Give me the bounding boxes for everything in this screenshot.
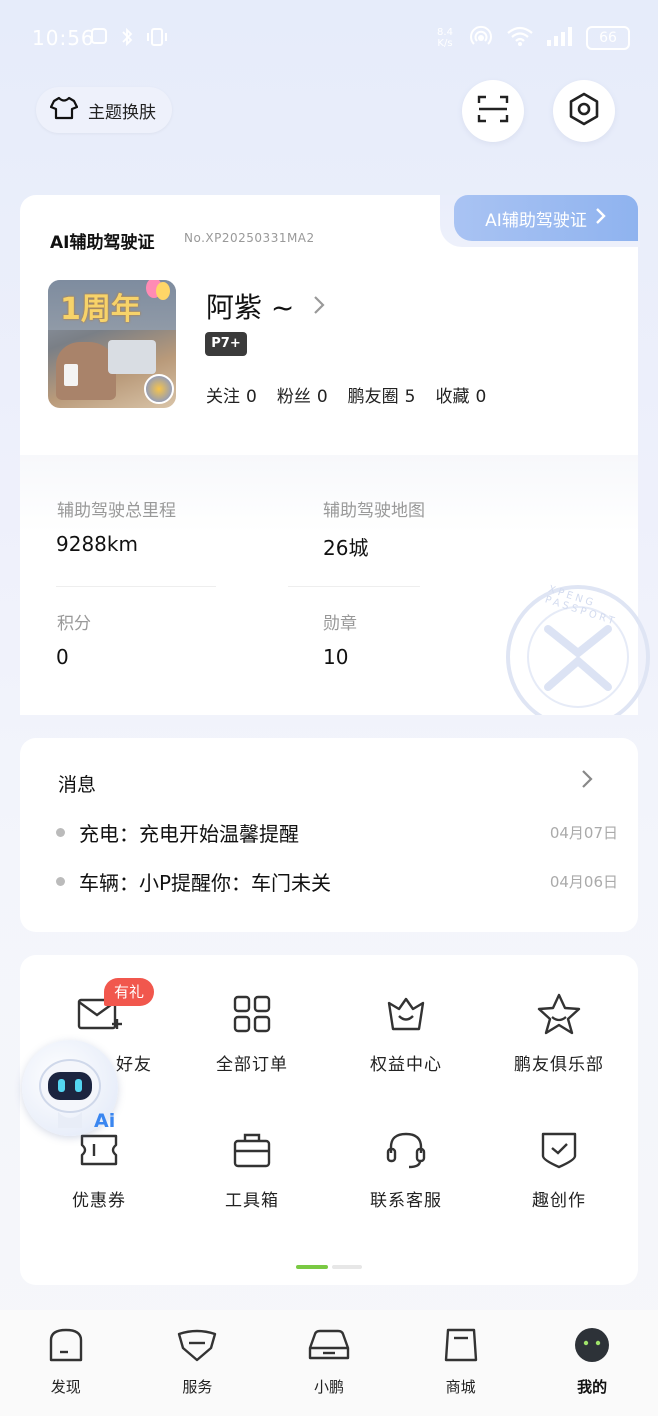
grid-item-coupons[interactable]: 优惠券 (24, 1126, 174, 1211)
gift-badge: 有礼 (104, 978, 155, 1006)
bottom-nav: 发现 服务 小鹏 商城 我的 (0, 1310, 658, 1416)
tshirt-icon (49, 96, 79, 125)
grid-icon (228, 990, 276, 1038)
scan-button[interactable] (462, 80, 524, 142)
social-fans[interactable]: 粉丝 0 (277, 382, 328, 407)
license-title: AI辅助驾驶证 (50, 233, 155, 253)
chevron-right-icon[interactable] (312, 294, 326, 320)
stat-points-label: 积分 (57, 614, 91, 634)
license-tab-button[interactable]: AI辅助驾驶证 (454, 195, 638, 241)
social-following[interactable]: 关注 0 (206, 382, 257, 407)
nav-tab-xpeng[interactable]: 小鹏 (274, 1310, 384, 1416)
stat-total-mileage-value[interactable]: 9288km (56, 532, 138, 556)
ai-label: Ai (94, 1110, 116, 1132)
theme-skin-button[interactable]: 主题换肤 (36, 87, 172, 133)
headset-icon (382, 1126, 430, 1174)
divider (288, 586, 420, 587)
grid-label: 联系客服 (370, 1191, 442, 1211)
grid-label: 优惠券 (72, 1191, 126, 1211)
status-time: 10:56 (32, 26, 95, 50)
settings-button[interactable] (553, 80, 615, 142)
net-speed: 8.4 K/s (437, 27, 453, 49)
grid-item-toolbox[interactable]: 工具箱 (177, 1126, 327, 1211)
chevron-right-icon[interactable] (580, 768, 594, 794)
passport-stamp: XPENG PASSPORT (504, 583, 658, 715)
social-stats: 关注 0 粉丝 0 鹏友圈 5 收藏 0 (206, 382, 486, 407)
messages-title: 消息 (58, 774, 97, 796)
star-icon (535, 990, 583, 1038)
stat-medals-value[interactable]: 10 (323, 645, 348, 669)
license-number: No.XP20250331MA2 (184, 231, 315, 245)
bluetooth-icon (120, 27, 134, 52)
social-favorites[interactable]: 收藏 0 (435, 382, 486, 407)
wifi-icon (506, 25, 534, 51)
shopping-bag-icon (442, 1326, 480, 1368)
scan-icon (477, 94, 509, 128)
stat-map-label: 辅助驾驶地图 (323, 501, 425, 521)
laptop (108, 340, 156, 374)
nav-tab-discover[interactable]: 发现 (11, 1310, 121, 1416)
grid-label: 全部订单 (216, 1055, 288, 1075)
alarm-icon (90, 27, 108, 52)
balloon (156, 282, 170, 300)
stat-total-mileage-label: 辅助驾驶总里程 (57, 501, 176, 521)
grid-label: 权益中心 (370, 1055, 442, 1075)
hotspot-icon (468, 24, 494, 52)
avatar[interactable]: 1周年 (48, 280, 176, 408)
unread-dot (56, 877, 65, 886)
service-icon (176, 1326, 218, 1368)
unread-dot (56, 828, 65, 837)
message-item[interactable]: 车辆：小P提醒你：车门未关 (56, 867, 331, 896)
car-icon (306, 1326, 352, 1368)
anniversary-badge (144, 374, 174, 404)
stat-points-value[interactable]: 0 (56, 645, 69, 669)
discover-icon (46, 1326, 86, 1368)
grid-item-create[interactable]: 趣创作 (484, 1126, 634, 1211)
profile-icon (572, 1326, 612, 1368)
nav-tab-service[interactable]: 服务 (142, 1310, 252, 1416)
battery-indicator: 66 (586, 26, 630, 50)
anniversary-logo: 1周年 (60, 292, 141, 327)
nav-tab-mine[interactable]: 我的 (537, 1310, 647, 1416)
vibrate-icon (146, 27, 168, 52)
grid-item-orders[interactable]: 全部订单 (177, 990, 327, 1075)
crown-icon (382, 990, 430, 1038)
user-name[interactable]: 阿紫 ~ (206, 286, 294, 326)
grid-label: 趣创作 (532, 1191, 586, 1211)
stat-map-value[interactable]: 26城 (323, 532, 368, 561)
divider (56, 586, 216, 587)
message-item[interactable]: 充电：充电开始温馨提醒 (56, 818, 299, 847)
chevron-right-icon (595, 207, 607, 230)
social-circle[interactable]: 鹏友圈 5 (348, 382, 416, 407)
message-date: 04月07日 (549, 824, 618, 842)
grid-label: 鹏友俱乐部 (514, 1055, 604, 1075)
car-model-badge: P7+ (205, 332, 247, 356)
grid-item-customer-service[interactable]: 联系客服 (331, 1126, 481, 1211)
license-tab-label: AI辅助驾驶证 (485, 210, 587, 231)
stat-medals-label: 勋章 (323, 614, 357, 634)
toolbox-icon (228, 1126, 276, 1174)
signal-icon (546, 26, 574, 50)
grid-label: 工具箱 (225, 1191, 279, 1211)
theme-label: 主题换肤 (88, 102, 156, 123)
grid-item-benefits[interactable]: 权益中心 (331, 990, 481, 1075)
status-bar: 10:56 8.4 K/s 66 (0, 0, 658, 80)
gear-icon (567, 92, 601, 130)
message-date: 04月06日 (549, 873, 618, 891)
grid-item-club[interactable]: 鹏友俱乐部 (484, 990, 634, 1075)
shield-check-icon (535, 1126, 583, 1174)
page-indicator (296, 1265, 362, 1269)
nav-tab-mall[interactable]: 商城 (406, 1310, 516, 1416)
